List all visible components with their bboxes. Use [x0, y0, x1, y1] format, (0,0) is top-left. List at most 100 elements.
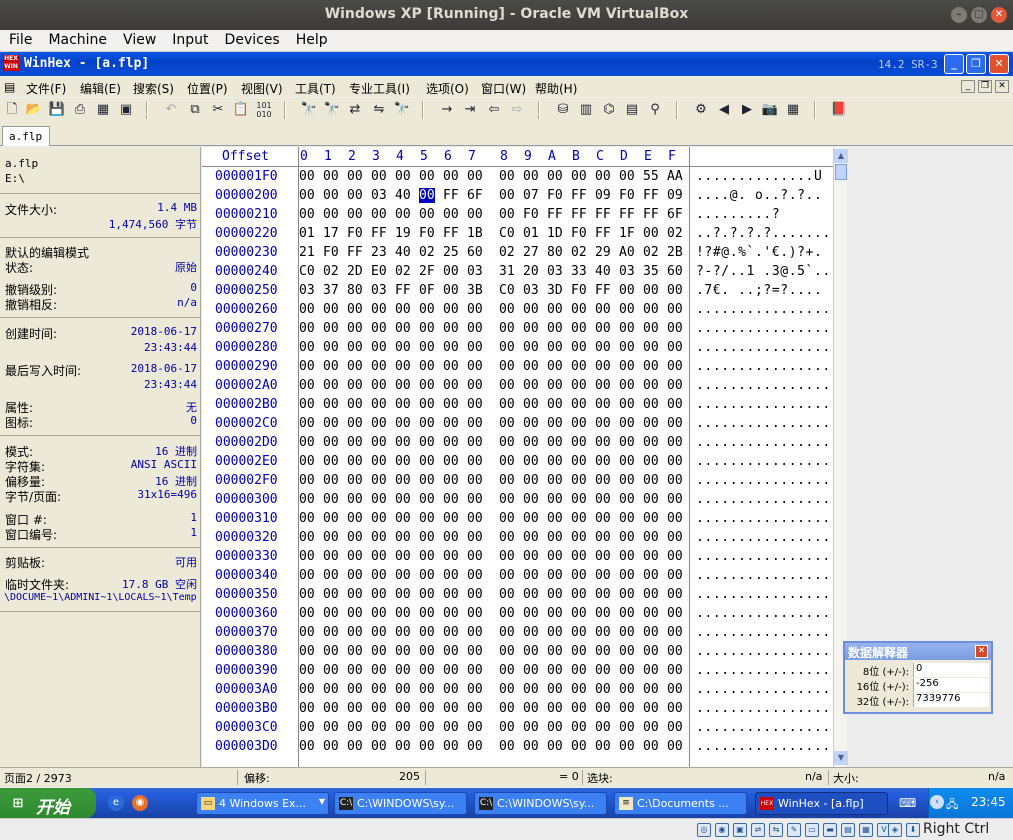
- hex-byte[interactable]: 00: [371, 549, 387, 564]
- hex-byte[interactable]: 00: [643, 416, 659, 431]
- hex-byte[interactable]: 03: [299, 283, 315, 298]
- hex-byte[interactable]: 00: [523, 701, 539, 716]
- hex-byte[interactable]: 00: [371, 378, 387, 393]
- hex-byte[interactable]: 09: [595, 188, 611, 203]
- hex-byte[interactable]: 00: [571, 359, 587, 374]
- hex-byte[interactable]: FF: [595, 207, 611, 222]
- ascii-text[interactable]: ................: [696, 492, 831, 507]
- hex-byte[interactable]: 02: [643, 245, 659, 260]
- hex-byte[interactable]: 00: [643, 644, 659, 659]
- hex-byte[interactable]: 00: [443, 530, 459, 545]
- hex-byte[interactable]: 03: [371, 188, 387, 203]
- start-button[interactable]: ⊞ 开始: [0, 788, 96, 818]
- hex-byte[interactable]: 00: [419, 359, 435, 374]
- hex-byte[interactable]: 00: [667, 454, 683, 469]
- hex-byte[interactable]: 00: [443, 625, 459, 640]
- usb-icon[interactable]: ⇌: [751, 823, 765, 837]
- hex-byte[interactable]: 00: [419, 644, 435, 659]
- doc-close-icon[interactable]: ✕: [995, 80, 1009, 93]
- hex-byte[interactable]: 00: [347, 568, 363, 583]
- host-menu-input[interactable]: Input: [163, 30, 215, 48]
- menu-search[interactable]: 搜索(S): [133, 80, 174, 97]
- hex-row[interactable]: 00000370 00 00 00 00 00 00 00 00 00 00 00 00 00 00 00 00…: [202, 624, 833, 643]
- hex-byte[interactable]: 00: [299, 302, 315, 317]
- hex-byte[interactable]: 00: [299, 511, 315, 526]
- app-minimize-icon[interactable]: _: [944, 54, 964, 74]
- ascii-text[interactable]: ................: [696, 416, 831, 431]
- ascii-text[interactable]: .........?: [696, 207, 780, 222]
- hex-byte[interactable]: 00: [547, 169, 563, 184]
- hex-byte[interactable]: 00: [467, 207, 483, 222]
- hex-byte[interactable]: 00: [299, 378, 315, 393]
- hex-byte[interactable]: 00: [419, 378, 435, 393]
- hex-byte[interactable]: 00: [643, 701, 659, 716]
- hex-byte[interactable]: 00: [419, 511, 435, 526]
- hex-byte[interactable]: 40: [595, 264, 611, 279]
- hex-byte[interactable]: 00: [499, 530, 515, 545]
- hex-byte[interactable]: 00: [619, 302, 635, 317]
- hex-byte[interactable]: 00: [467, 416, 483, 431]
- ascii-text[interactable]: ..?.?.?.?.......: [696, 226, 831, 241]
- hex-byte[interactable]: 00: [571, 549, 587, 564]
- hex-byte[interactable]: F0: [419, 226, 435, 241]
- hex-byte[interactable]: 00: [395, 568, 411, 583]
- hex-byte[interactable]: 00: [467, 473, 483, 488]
- network-adapter-icon[interactable]: ⇆: [769, 823, 783, 837]
- hex-byte[interactable]: 00: [523, 663, 539, 678]
- hex-byte[interactable]: 21: [299, 245, 315, 260]
- hex-byte[interactable]: 00: [419, 663, 435, 678]
- hex-byte[interactable]: 00: [619, 663, 635, 678]
- hex-byte[interactable]: 00: [371, 473, 387, 488]
- hex-byte[interactable]: 00: [643, 739, 659, 754]
- hex-byte[interactable]: 00: [299, 207, 315, 222]
- hex-row[interactable]: 00000280 00 00 00 00 00 00 00 00 00 00 00 00 00 00 00 00…: [202, 339, 833, 358]
- hex-byte[interactable]: 00: [347, 663, 363, 678]
- hex-row[interactable]: 00000270 00 00 00 00 00 00 00 00 00 00 00 00 00 00 00 00…: [202, 320, 833, 339]
- hex-byte[interactable]: 00: [595, 568, 611, 583]
- hex-byte[interactable]: 00: [547, 340, 563, 355]
- hex-byte[interactable]: 00: [347, 321, 363, 336]
- hex-byte[interactable]: FF: [643, 207, 659, 222]
- hex-byte[interactable]: 00: [619, 492, 635, 507]
- hex-byte[interactable]: 00: [299, 397, 315, 412]
- hex-byte[interactable]: 80: [547, 245, 563, 260]
- hex-byte[interactable]: 00: [299, 625, 315, 640]
- hex-byte[interactable]: FF: [571, 188, 587, 203]
- hex-byte[interactable]: 00: [499, 720, 515, 735]
- hex-byte[interactable]: 00: [395, 397, 411, 412]
- hex-byte[interactable]: 00: [547, 359, 563, 374]
- hex-byte[interactable]: 00: [619, 644, 635, 659]
- hex-byte[interactable]: 00: [323, 644, 339, 659]
- ascii-text[interactable]: ................: [696, 644, 831, 659]
- hex-byte[interactable]: 00: [395, 511, 411, 526]
- display-icon[interactable]: ▭: [805, 823, 819, 837]
- hex-byte[interactable]: 00: [643, 378, 659, 393]
- hex-byte[interactable]: 00: [499, 587, 515, 602]
- hex-byte[interactable]: 00: [619, 416, 635, 431]
- hex-byte[interactable]: 00: [419, 473, 435, 488]
- hex-byte[interactable]: 00: [467, 587, 483, 602]
- hex-byte[interactable]: 60: [667, 264, 683, 279]
- hex-byte[interactable]: 00: [667, 302, 683, 317]
- hex-byte[interactable]: 00: [499, 416, 515, 431]
- hex-byte[interactable]: 00: [347, 587, 363, 602]
- hex-byte[interactable]: 00: [571, 606, 587, 621]
- hex-row[interactable]: 000003D0 00 00 00 00 00 00 00 00 00 00 00 00 00 00 00 00…: [202, 738, 833, 757]
- hex-byte[interactable]: 00: [443, 416, 459, 431]
- hex-byte[interactable]: 00: [619, 701, 635, 716]
- open-folder-icon[interactable]: ▣: [117, 101, 135, 119]
- hex-byte[interactable]: 00: [347, 492, 363, 507]
- interpreter-close-icon[interactable]: ✕: [975, 645, 988, 658]
- hex-byte[interactable]: 00: [523, 416, 539, 431]
- hex-byte[interactable]: 00: [499, 701, 515, 716]
- hex-byte[interactable]: 00: [323, 739, 339, 754]
- ascii-text[interactable]: ................: [696, 473, 831, 488]
- hex-byte[interactable]: 00: [643, 359, 659, 374]
- hex-byte[interactable]: 1D: [547, 226, 563, 241]
- hex-byte[interactable]: 00: [467, 492, 483, 507]
- hex-byte[interactable]: FF: [595, 283, 611, 298]
- hex-row[interactable]: 000001F0 00 00 00 00 00 00 00 00 00 00 00 00 00 00 55 AA…: [202, 168, 833, 187]
- hex-byte[interactable]: 00: [523, 492, 539, 507]
- hex-byte[interactable]: 00: [443, 568, 459, 583]
- hex-byte[interactable]: 00: [467, 454, 483, 469]
